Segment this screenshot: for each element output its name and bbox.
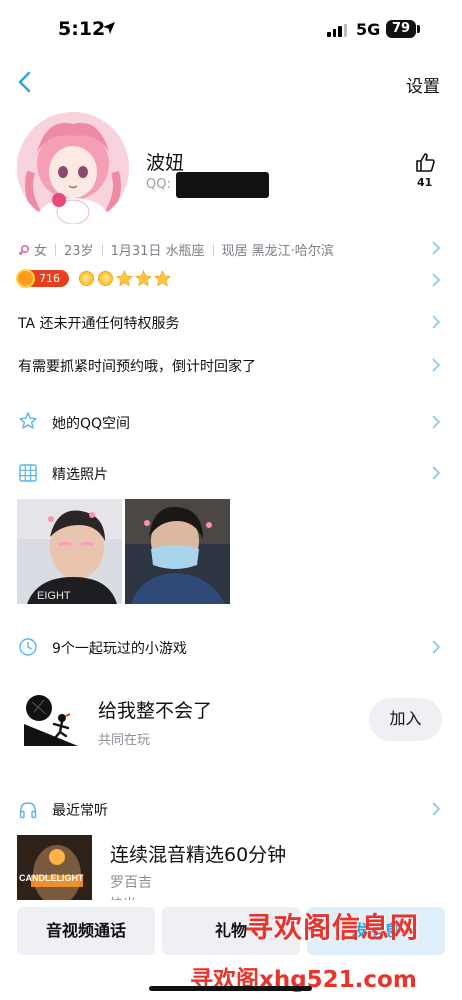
location: 现居 黑龙江·哈尔滨 [221, 244, 334, 259]
thumbs-up-icon[interactable] [414, 150, 438, 174]
home-indicator[interactable] [149, 986, 312, 991]
chevron-right-icon[interactable] [431, 358, 441, 372]
sun-level-icon [79, 271, 94, 286]
call-button[interactable]: 音视频通话 [17, 907, 155, 955]
qzone-link[interactable]: 她的QQ空间 [52, 413, 130, 433]
headphones-icon [19, 802, 37, 819]
settings-button[interactable]: 设置 [406, 72, 440, 97]
age: 23岁 [64, 244, 94, 259]
sun-icon [16, 269, 35, 288]
avatar-illustration [17, 112, 129, 224]
chevron-right-icon[interactable] [431, 802, 441, 816]
battery-icon: 79 [386, 20, 416, 38]
back-icon[interactable] [14, 68, 36, 96]
chevron-right-icon[interactable] [431, 415, 441, 429]
watermark-text: 寻欢阁信息网 [245, 911, 420, 944]
gender: 女 [34, 244, 48, 259]
qq-number-redacted [176, 172, 269, 198]
signature-text[interactable]: 有需要抓紧时间预约哦，倒计时回家了 [18, 356, 256, 376]
album-text: CANDLELIGHT [19, 873, 84, 883]
chevron-right-icon[interactable] [431, 466, 441, 480]
game-title[interactable]: 给我整不会了 [98, 696, 212, 723]
photo-thumbnail[interactable]: EIGHT [17, 499, 122, 604]
games-link[interactable]: 9个一起玩过的小游戏 [52, 638, 187, 658]
song-title[interactable]: 连续混音精选60分钟 [110, 840, 286, 867]
chevron-right-icon[interactable] [431, 315, 441, 329]
star-icon [135, 270, 152, 287]
level-stars[interactable] [78, 270, 171, 287]
music-link[interactable]: 最近常听 [52, 800, 108, 820]
game-icon[interactable] [24, 692, 78, 746]
grid-icon [19, 464, 37, 482]
photo-image: EIGHT [17, 499, 122, 604]
star-outline-icon [19, 412, 37, 429]
svg-text:EIGHT: EIGHT [37, 590, 71, 602]
join-game-button[interactable]: 加入 [369, 698, 442, 741]
photos-link[interactable]: 精选照片 [52, 464, 108, 484]
profile-name: 波妞 [146, 152, 185, 174]
female-icon [18, 244, 30, 255]
like-count: 41 [417, 176, 433, 189]
chevron-right-icon[interactable] [431, 273, 441, 287]
chevron-right-icon[interactable] [431, 241, 441, 255]
avatar[interactable] [17, 112, 129, 224]
location-arrow-icon [103, 22, 115, 34]
network-type: 5G [356, 20, 381, 39]
star-icon [154, 270, 171, 287]
album-cover[interactable]: CANDLELIGHT [17, 835, 92, 910]
signal-icon [327, 24, 347, 37]
battery-tip [417, 25, 420, 33]
game-subtitle: 共同在玩 [98, 733, 151, 748]
sun-level-icon [98, 271, 113, 286]
photo-thumbnail[interactable] [125, 499, 230, 604]
album-art: CANDLELIGHT [17, 835, 92, 910]
song-artist: 罗百吉 [110, 875, 152, 891]
birthday: 1月31日 水瓶座 [110, 244, 205, 259]
chevron-right-icon[interactable] [431, 640, 441, 654]
vip-status-text[interactable]: TA 还未开通任何特权服务 [18, 313, 180, 333]
profile-info-row[interactable]: 女 23岁 1月31日 水瓶座 现居 黑龙江·哈尔滨 [18, 240, 334, 259]
photo-image [125, 499, 230, 604]
qq-label: QQ: [146, 177, 171, 192]
status-time: 5:12 [58, 18, 106, 40]
clock-icon [19, 638, 37, 656]
star-icon [116, 270, 133, 287]
